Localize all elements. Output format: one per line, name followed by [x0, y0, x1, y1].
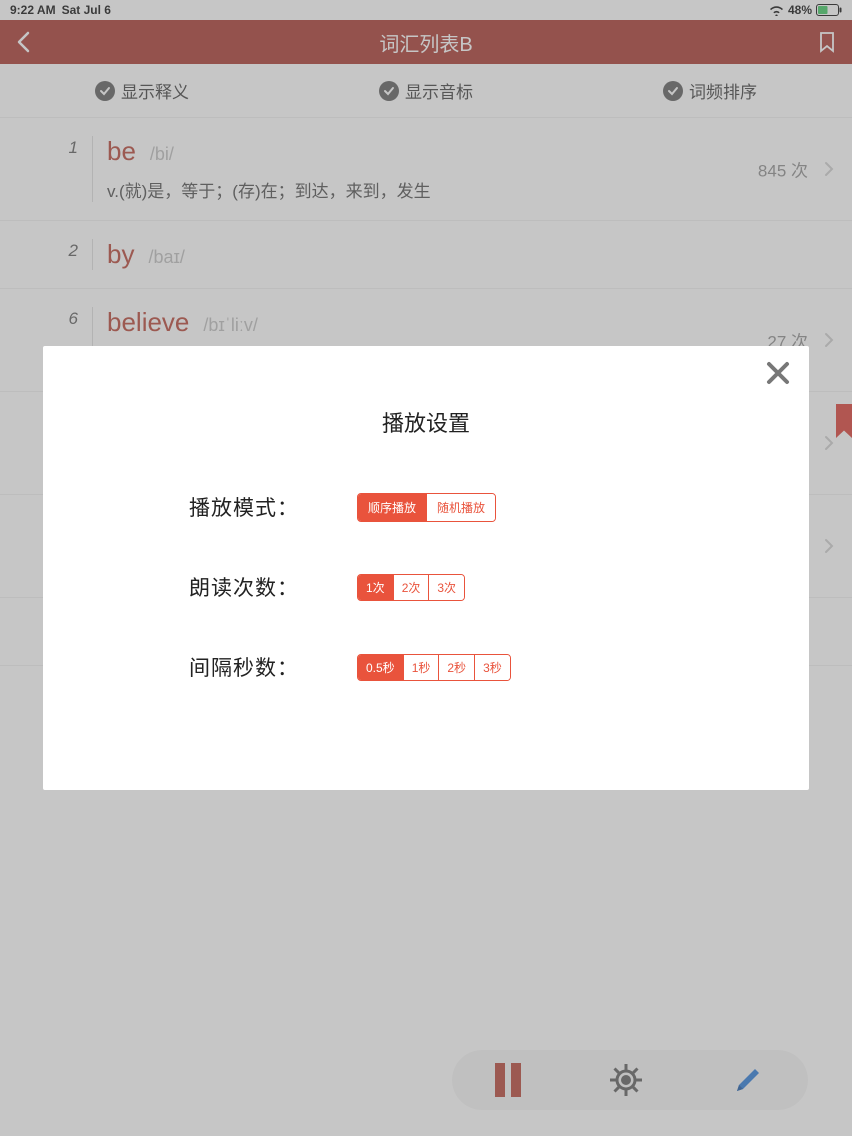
interval-option[interactable]: 1秒 [404, 655, 440, 680]
interval-option[interactable]: 3秒 [475, 655, 510, 680]
interval-option[interactable]: 2秒 [439, 655, 475, 680]
count-option[interactable]: 2次 [394, 575, 430, 600]
interval-segment: 0.5秒1秒2秒3秒 [357, 654, 511, 681]
mode-option[interactable]: 随机播放 [427, 494, 495, 521]
mode-segment: 顺序播放随机播放 [357, 493, 496, 522]
mode-option[interactable]: 顺序播放 [358, 494, 427, 521]
modal-title: 播放设置 [43, 406, 809, 438]
count-segment: 1次2次3次 [357, 574, 465, 601]
count-label: 朗读次数： [189, 572, 357, 602]
mode-label: 播放模式： [189, 492, 357, 522]
playback-settings-modal: 播放设置 播放模式： 顺序播放随机播放 朗读次数： 1次2次3次 间隔秒数： 0… [43, 346, 809, 790]
interval-option[interactable]: 0.5秒 [358, 655, 404, 680]
count-option[interactable]: 1次 [358, 575, 394, 600]
count-option[interactable]: 3次 [429, 575, 464, 600]
interval-label: 间隔秒数： [189, 652, 357, 682]
modal-overlay[interactable]: 播放设置 播放模式： 顺序播放随机播放 朗读次数： 1次2次3次 间隔秒数： 0… [0, 0, 852, 1136]
close-button[interactable] [765, 360, 791, 386]
